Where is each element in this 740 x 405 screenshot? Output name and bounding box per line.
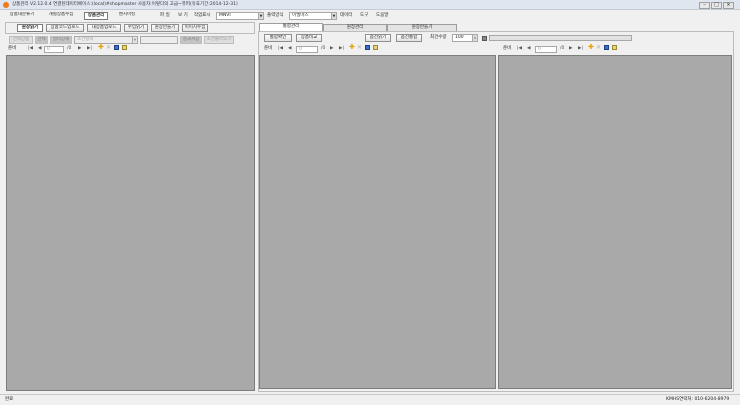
max-count-label: 최건수량 [430,35,447,40]
left-grid[interactable] [6,55,255,391]
first-record-icon[interactable]: |◀ [278,45,283,53]
tab-integrated[interactable]: 통합관리 [259,23,323,31]
app-icon [3,2,9,8]
merge-option-button[interactable]: 옵션통합 [396,34,422,42]
source-select[interactable]: MNVI ▼ [216,12,264,20]
record-position-field[interactable]: 0 [44,46,64,53]
save-icon[interactable] [604,45,609,50]
upload-code-button[interactable]: 상품코드업로드 [46,24,84,32]
right-grid-2[interactable] [498,55,732,389]
contact-info: KMHS연락처: 010-6204-8979 [666,397,730,402]
collect-image-button[interactable]: 이미지수집 [182,24,208,32]
sort-select[interactable]: 이엘마스 ▼ [289,12,337,20]
menu-job[interactable]: 작업표시 [194,13,211,19]
menu-data[interactable]: 데이터 [340,13,352,19]
read-option-button[interactable]: 옵션읽기 [365,34,391,42]
next-record-icon[interactable]: ▶ [78,45,81,53]
filter-detail-button[interactable]: 필터상세 [50,36,72,44]
right-navigator-1: 준비 |◀ ◀ 0 /0 ▶ ▶| ✚ ✕ [264,44,404,53]
last-record-icon[interactable]: ▶| [578,45,583,53]
add-icon[interactable]: ✚ [588,44,594,51]
record-total: /0 [321,46,326,51]
nav-button-category[interactable]: 상품대분류기 [6,12,38,20]
menu-tools[interactable]: 도구 [360,13,368,19]
read-ledger-button[interactable]: 원장읽기 [17,24,43,32]
chevron-down-icon: ▼ [258,13,263,19]
condition-placeholder: 조건항목 [77,37,94,42]
last-record-icon[interactable]: ▶| [87,45,92,53]
nav-button-benchmark[interactable]: 벤치마킹 [114,12,140,20]
delete-icon[interactable]: ✕ [596,45,601,51]
save-icon[interactable] [114,45,119,50]
maximize-button[interactable]: □ [711,2,722,9]
tab-make-ledger[interactable]: 원장만들기 [387,24,457,31]
nav-button-manage[interactable]: 상품관리 [84,12,108,20]
add-icon[interactable]: ✚ [98,44,104,51]
next-record-icon[interactable]: ▶ [330,45,333,53]
nav-status-label: 준비 [503,46,512,51]
record-position-field[interactable]: 0 [296,46,318,53]
first-record-icon[interactable]: |◀ [28,45,33,53]
read-import-button[interactable]: 수입읽기 [124,24,148,32]
chevron-down-icon: ▼ [132,37,137,43]
tab-ledger[interactable]: 원장관리 [323,24,387,31]
load-condition-button[interactable]: 조건불러오기 [204,36,234,44]
spin-icon[interactable]: ⇕ [472,35,477,41]
edit-icon[interactable] [373,45,378,50]
edit-icon[interactable] [122,45,127,50]
source-select-value: MNVI [219,13,231,18]
status-text: 완료 [5,397,14,402]
integrated-check-button[interactable]: 통합확인 [264,34,292,42]
next-record-icon[interactable]: ▶ [569,45,572,53]
record-position-field[interactable]: 0 [535,46,557,53]
right-grid-1[interactable] [259,55,496,389]
nav-status-label: 준비 [8,46,17,51]
record-total: /0 [67,46,72,51]
max-count-value: 100 [455,35,464,40]
upload-target-button[interactable]: 대상품업로드 [87,24,121,32]
minimize-button[interactable]: – [699,2,710,9]
save-icon[interactable] [365,45,370,50]
menu-view[interactable]: 보 기 [178,13,188,19]
right-navigator-2: 준비 |◀ ◀ 0 /0 ▶ ▶| ✚ ✕ [503,44,643,53]
prev-record-icon[interactable]: ◀ [38,45,41,53]
left-navigator: 준비 |◀ ◀ 0 /0 ▶ ▶| ✚ ✕ [8,44,148,53]
first-record-icon[interactable]: |◀ [517,45,522,53]
menu-help[interactable]: 도움말 [376,13,388,19]
chevron-down-icon: ▼ [331,13,336,19]
window-title: 상품관리 V2.12.0.4 연결된데이터베이스:(local)#shopmas… [12,2,238,7]
prev-record-icon[interactable]: ◀ [527,45,530,53]
max-count-stepper[interactable]: 100 ⇕ [452,34,478,42]
save-result-button[interactable]: 결과저장 [180,36,202,44]
stop-icon[interactable] [482,36,487,41]
nav-button-collect[interactable]: 개별상품수집 [44,12,78,20]
progress-bar [489,35,632,41]
delete-icon[interactable]: ✕ [357,45,362,51]
nav-status-label: 준비 [264,46,273,51]
status-bar: 완료 KMHS연락처: 010-6204-8979 [0,394,740,405]
selected-product-button[interactable]: 선택상품 [9,36,33,44]
condition-value-field[interactable] [140,36,178,44]
compare-product-button[interactable]: 상품비교 [296,34,322,42]
add-icon[interactable]: ✚ [349,44,355,51]
edit-icon[interactable] [612,45,617,50]
close-button[interactable]: × [723,2,734,9]
title-bar: 상품관리 V2.12.0.4 연결된데이터베이스:(local)#shopmas… [0,0,740,10]
all-button[interactable]: 전체 [35,36,48,44]
record-total: /0 [560,46,565,51]
sort-label: 출력양식 [267,13,284,18]
make-ledger-button[interactable]: 원장만들기 [151,24,179,32]
last-record-icon[interactable]: ▶| [339,45,344,53]
condition-field[interactable]: 조건항목 ▼ [74,36,138,44]
sort-select-value: 이엘마스 [292,13,309,18]
delete-icon[interactable]: ✕ [106,45,111,51]
menu-file[interactable]: 파 일 [160,13,170,19]
prev-record-icon[interactable]: ◀ [288,45,291,53]
